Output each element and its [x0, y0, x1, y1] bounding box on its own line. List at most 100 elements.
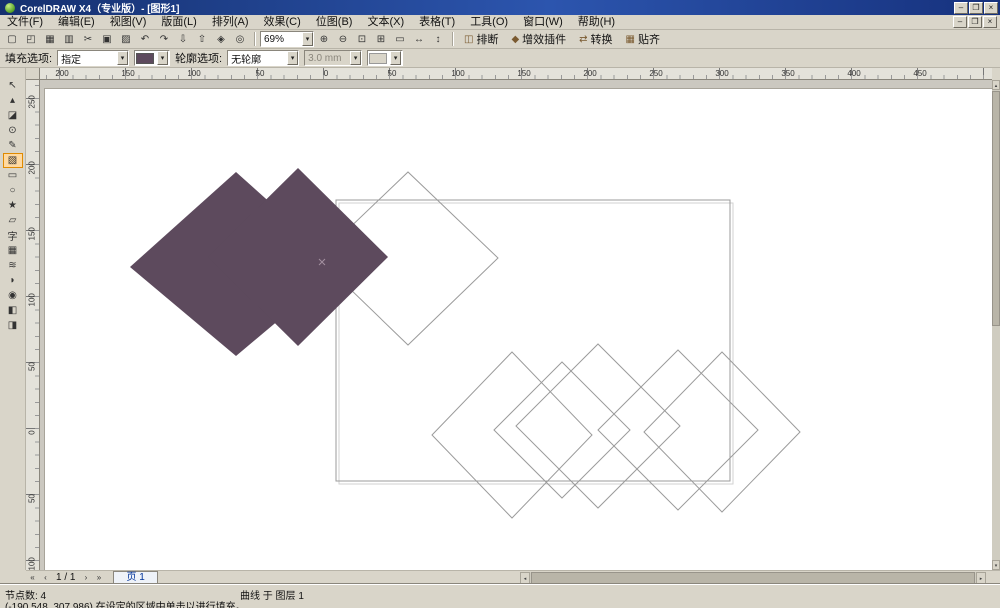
fill-options-combo[interactable]: 指定 [57, 50, 130, 66]
shape-tool[interactable]: ▴ [3, 93, 23, 108]
crop-tool[interactable]: ◪ [3, 108, 23, 123]
save-button[interactable]: ▦ [41, 31, 59, 47]
dropdown-arrow-icon[interactable] [117, 51, 129, 65]
interactive-blend-tool[interactable]: ≋ [3, 258, 23, 273]
menu-item-效果(C)[interactable]: 效果(C) [257, 15, 308, 30]
break-apart-button[interactable]: ◫ 排断 [458, 31, 504, 47]
welcome-screen-button[interactable]: ◎ [231, 31, 249, 47]
outline-options-combo[interactable]: 无轮廓 [227, 50, 300, 66]
next-page-button[interactable]: › [79, 572, 92, 584]
menu-item-编辑(E)[interactable]: 编辑(E) [51, 15, 102, 30]
scroll-down-arrow[interactable]: ▾ [992, 560, 1000, 570]
dropdown-arrow-icon[interactable] [157, 51, 169, 65]
scroll-right-arrow[interactable]: ▸ [976, 572, 986, 584]
last-page-button[interactable]: » [92, 572, 105, 584]
standard-toolbar: ▢◰▦▥✂▣▨↶↷⇩⇧◈◎ 69% ⊕⊖⊡⊞▭↔↕ ◫排断◆增效插件⇄转换▦贴齐 [0, 30, 1000, 49]
rectangle-tool[interactable]: ▭ [3, 168, 23, 183]
fill-color-swatch [136, 52, 155, 64]
ellipse-tool[interactable]: ○ [3, 183, 23, 198]
coreldraw-app-icon [5, 2, 15, 13]
freehand-tool[interactable]: ✎ [3, 138, 23, 153]
ruler-corner [26, 68, 40, 80]
h-ruler-label: 250 [649, 69, 663, 78]
first-page-button[interactable]: « [26, 572, 39, 584]
minimize-button[interactable]: – [954, 1, 968, 14]
mdi-restore-button[interactable]: ❐ [968, 16, 982, 28]
vertical-scrollbar[interactable]: ▴ ▾ [992, 80, 1000, 570]
menu-item-帮助(H)[interactable]: 帮助(H) [571, 15, 622, 30]
previous-page-button[interactable]: ‹ [39, 572, 52, 584]
undo-button[interactable]: ↶ [136, 31, 154, 47]
scroll-left-arrow[interactable]: ◂ [520, 572, 530, 584]
paste-button[interactable]: ▨ [117, 31, 135, 47]
snap-button[interactable]: ▦ 贴齐 [620, 31, 666, 47]
eyedropper-tool[interactable]: ◗ [3, 273, 23, 288]
outline-pen-tool[interactable]: ◉ [3, 288, 23, 303]
cut-button[interactable]: ✂ [79, 31, 97, 47]
menu-bar: 文件(F) 编辑(E) 视图(V) 版面(L) 排列(A) 效果(C) 位图(B) 文本(X)… [0, 15, 1000, 30]
drawing-canvas[interactable] [40, 80, 992, 570]
snap-icon: ▦ [625, 33, 635, 45]
zoom-tool[interactable]: ⊙ [3, 123, 23, 138]
outline-diamond-shape[interactable] [597, 349, 759, 511]
zoom-in-button[interactable]: ⊕ [315, 31, 333, 47]
menu-item-窗口(W)[interactable]: 窗口(W) [516, 15, 570, 30]
copy-button[interactable]: ▣ [98, 31, 116, 47]
interactive-fill-tool[interactable]: ◨ [3, 318, 23, 333]
redo-button[interactable]: ↷ [155, 31, 173, 47]
menu-item-工具(O)[interactable]: 工具(O) [463, 15, 515, 30]
print-button[interactable]: ▥ [60, 31, 78, 47]
object-info: 曲线 于 图层 1 [240, 591, 304, 602]
basic-shapes-tool[interactable]: ▱ [3, 213, 23, 228]
zoom-page-width-button[interactable]: ↔ [410, 31, 428, 47]
outline-diamond-shape[interactable] [493, 361, 631, 499]
fill-color-picker[interactable] [134, 50, 171, 66]
pick-tool[interactable]: ↖ [3, 78, 23, 93]
zoom-all-objects-button[interactable]: ⊞ [372, 31, 390, 47]
bottom-bar: « ‹ 1 / 1 › » 页 1 ◂ ▸ [26, 570, 1000, 585]
import-button[interactable]: ⇩ [174, 31, 192, 47]
rectangle-shape[interactable] [335, 199, 731, 482]
maximize-button[interactable]: ❐ [969, 1, 983, 14]
horizontal-scrollbar[interactable]: ◂ ▸ [520, 572, 986, 584]
page-tab[interactable]: 页 1 [113, 571, 158, 584]
toolbar-text-buttons: ◫ 排断 ◆ 增效插件 ⇄ 转换 ▦ 贴齐 [458, 31, 666, 47]
menu-item-表格(T)[interactable]: 表格(T) [412, 15, 462, 30]
convert-button[interactable]: ⇄ 转换 [573, 31, 618, 47]
export-button[interactable]: ⇧ [193, 31, 211, 47]
h-ruler-label: 50 [387, 69, 397, 78]
polygon-tool[interactable]: ★ [3, 198, 23, 213]
menu-item-版面(L)[interactable]: 版面(L) [154, 15, 203, 30]
scroll-up-arrow[interactable]: ▴ [992, 80, 1000, 90]
close-button[interactable]: × [984, 1, 998, 14]
new-document-button[interactable]: ▢ [3, 31, 21, 47]
zoom-selected-button[interactable]: ⊡ [353, 31, 371, 47]
menu-item-位图(B)[interactable]: 位图(B) [309, 15, 360, 30]
dropdown-arrow-icon[interactable] [302, 32, 313, 46]
outline-diamond-shape[interactable] [515, 343, 681, 509]
zoom-page-button[interactable]: ▭ [391, 31, 409, 47]
plugins-button[interactable]: ◆ 增效插件 [505, 31, 572, 47]
v-ruler-label: 50 [27, 362, 37, 371]
mdi-minimize-button[interactable]: – [953, 16, 967, 28]
table-tool[interactable]: ▦ [3, 243, 23, 258]
mdi-close-button[interactable]: × [983, 16, 997, 28]
zoom-out-button[interactable]: ⊖ [334, 31, 352, 47]
menu-item-文件(F)[interactable]: 文件(F) [0, 15, 50, 30]
smart-fill-tool[interactable]: ▧ [2, 153, 23, 168]
fill-tool[interactable]: ◧ [3, 303, 23, 318]
application-launcher-button[interactable]: ◈ [212, 31, 230, 47]
zoom-page-height-button[interactable]: ↕ [429, 31, 447, 47]
menu-item-视图(V)[interactable]: 视图(V) [103, 15, 154, 30]
open-button[interactable]: ◰ [22, 31, 40, 47]
horizontal-scroll-thumb[interactable] [531, 572, 975, 584]
menu-item-排列(A)[interactable]: 排列(A) [205, 15, 256, 30]
text-tool[interactable]: 字 [3, 228, 23, 243]
outline-diamond-shape[interactable] [431, 351, 593, 519]
zoom-level-combo[interactable]: 69% [260, 31, 314, 47]
outline-diamond-shape[interactable] [643, 351, 801, 513]
dropdown-arrow-icon[interactable] [287, 51, 299, 65]
menu-item-文本(X)[interactable]: 文本(X) [360, 15, 411, 30]
vertical-scroll-thumb[interactable] [992, 91, 1000, 326]
h-ruler-label: 100 [451, 69, 465, 78]
